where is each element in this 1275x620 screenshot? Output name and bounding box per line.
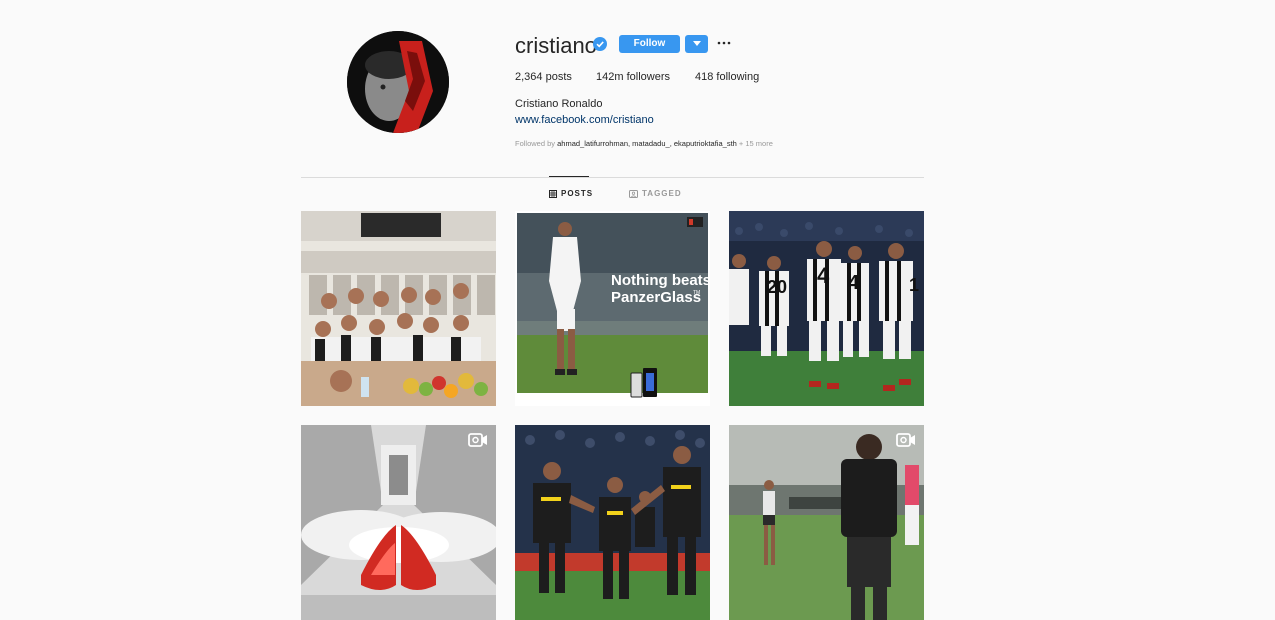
post-tile[interactable]: 20 4 4 1: [729, 211, 924, 406]
chevron-down-icon: [692, 41, 701, 46]
post-tile[interactable]: [729, 425, 924, 620]
post-tile[interactable]: [301, 211, 496, 406]
grid-icon: [549, 189, 557, 198]
follow-button[interactable]: Follow: [619, 35, 680, 53]
more-dots-icon[interactable]: [717, 39, 731, 47]
verified-badge-icon: [593, 37, 607, 51]
tabs-divider: [301, 177, 924, 178]
tab-tagged-label: TAGGED: [642, 189, 682, 198]
post-image: 20 4 4 1: [729, 211, 924, 406]
post-image: [729, 425, 924, 620]
followed-by-more[interactable]: + 15 more: [739, 139, 773, 148]
tab-tagged[interactable]: TAGGED: [629, 189, 682, 198]
post-image: [515, 425, 710, 620]
profile-full-name: Cristiano Ronaldo: [515, 98, 603, 110]
tab-posts-label: POSTS: [561, 189, 594, 198]
ad-headline-1: Nothing beats: [611, 272, 710, 289]
post-tile[interactable]: [515, 425, 710, 620]
active-tab-indicator: [549, 176, 589, 177]
posts-count: 2,364 posts: [515, 71, 572, 83]
jersey-number: 1: [909, 275, 919, 295]
followed-by-names[interactable]: ahmad_latifurrohman, matadadu_, ekaputri…: [557, 139, 737, 148]
video-camera-icon: [896, 433, 915, 447]
tab-posts[interactable]: POSTS: [549, 189, 593, 198]
followers-count[interactable]: 142m followers: [596, 71, 670, 83]
ad-headline-2: PanzerGlass: [611, 289, 701, 306]
post-image: Nothing beats PanzerGlass TM: [515, 211, 710, 406]
post-image: [301, 211, 496, 406]
profile-avatar[interactable]: [347, 31, 449, 133]
post-tile[interactable]: Nothing beats PanzerGlass TM: [515, 211, 710, 406]
post-image: [301, 425, 496, 620]
follow-options-button[interactable]: [685, 35, 708, 53]
jersey-number: 4: [817, 263, 830, 288]
followed-by-prefix: Followed by: [515, 139, 556, 148]
video-camera-icon: [468, 433, 487, 447]
post-tile[interactable]: [301, 425, 496, 620]
tag-icon: [629, 189, 638, 198]
jersey-number: 20: [767, 277, 787, 297]
following-count[interactable]: 418 following: [695, 71, 759, 83]
ad-trademark: TM: [693, 290, 700, 296]
profile-username: cristiano: [515, 33, 597, 58]
followed-by[interactable]: Followed by ahmad_latifurrohman, matadad…: [515, 139, 773, 148]
jersey-number: 4: [848, 272, 860, 294]
profile-website-link[interactable]: www.facebook.com/cristiano: [515, 114, 654, 126]
